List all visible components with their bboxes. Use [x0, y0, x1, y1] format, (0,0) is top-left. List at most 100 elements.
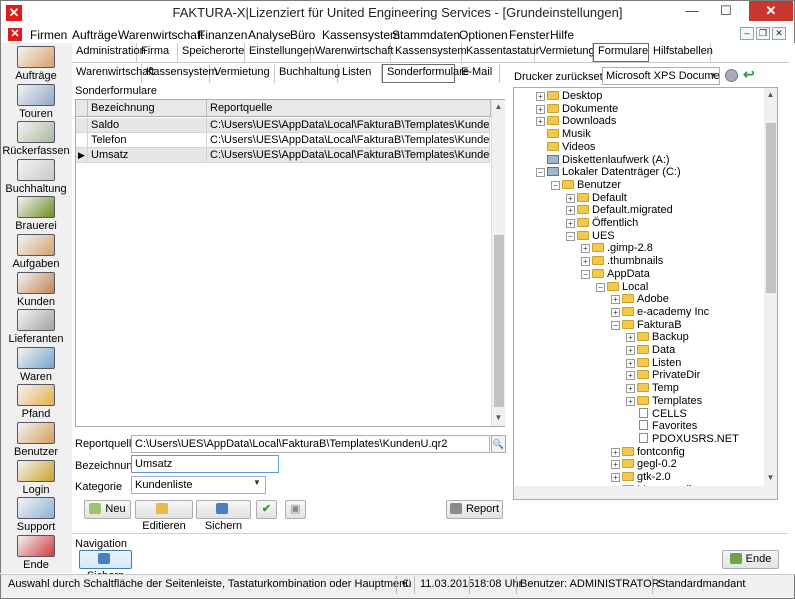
tree-node[interactable]: − AppData [514, 268, 650, 281]
tree-node[interactable]: + Backup [514, 331, 689, 344]
printer-chevron-down-icon[interactable]: ▼ [709, 71, 717, 80]
menu-item-3[interactable]: Finanzen [198, 28, 247, 42]
tab-8[interactable]: Formulare [593, 43, 649, 62]
sidebar-item-11[interactable]: Login [2, 459, 70, 496]
sidebar-item-9[interactable]: Pfand [2, 384, 70, 420]
sidebar-item-0[interactable]: Aufträge [2, 46, 70, 82]
tree-node[interactable]: + Öffentlich [514, 217, 638, 230]
mdi-minimize-icon[interactable]: – [740, 27, 754, 40]
cell-bezeichnung[interactable]: Umsatz [88, 148, 207, 163]
collapse-icon[interactable]: − [566, 231, 575, 241]
menu-item-8[interactable]: Optionen [459, 28, 508, 42]
menu-item-10[interactable]: Hilfe [550, 28, 574, 42]
collapse-icon[interactable]: − [536, 168, 545, 178]
mdi-close-icon[interactable]: ✕ [772, 27, 786, 40]
tree-node[interactable]: + .thumbnails [514, 255, 663, 268]
tree-node[interactable]: − UES [514, 230, 615, 243]
collapse-icon[interactable]: − [611, 320, 620, 330]
sidebar-item-13[interactable]: Ende [2, 534, 70, 571]
tree-node[interactable]: + Listen [514, 357, 681, 370]
printer-select[interactable]: Microsoft XPS Document W [602, 67, 720, 85]
expand-icon[interactable]: + [626, 358, 635, 368]
expand-icon[interactable]: + [536, 104, 545, 114]
reportquelle-input[interactable]: C:\Users\UES\AppData\Local\FakturaB\Temp… [131, 435, 490, 453]
tab-4[interactable]: Warenwirtschaft [311, 43, 393, 62]
sidebar-item-4[interactable]: Brauerei [2, 196, 70, 232]
expand-icon[interactable]: + [626, 396, 635, 406]
refresh-icon[interactable]: ↩ [743, 66, 755, 83]
tree-node[interactable]: + Adobe [514, 293, 669, 306]
minimize-button[interactable]: — [678, 1, 706, 21]
tree-node[interactable]: + Data [514, 344, 675, 357]
scroll-up-icon[interactable]: ▲ [493, 102, 504, 111]
expand-icon[interactable]: + [566, 219, 575, 228]
tab-5[interactable]: Kassensystem [391, 43, 467, 62]
tree-node[interactable]: Videos [514, 141, 595, 154]
tree-node[interactable]: + Dokumente [514, 103, 618, 116]
table-scrollbar[interactable]: ▲ ▼ [491, 100, 505, 426]
maximize-button[interactable]: ☐ [712, 1, 740, 21]
mdi-restore-icon[interactable]: ❐ [756, 27, 770, 40]
tab-1[interactable]: Firma [137, 43, 178, 62]
exit-button[interactable]: Ende [722, 550, 779, 569]
collapse-icon[interactable]: − [581, 269, 590, 279]
tree-scrollbar[interactable]: ▲ ▼ [764, 88, 777, 486]
subtab-1[interactable]: Kassensystem [142, 64, 218, 83]
tree-scroll-thumb[interactable] [766, 123, 776, 293]
tree-node[interactable]: + Templates [514, 395, 702, 408]
menu-item-2[interactable]: Warenwirtschaft [118, 28, 204, 42]
tree-scroll-down-icon[interactable]: ▼ [765, 473, 776, 482]
tree-node[interactable]: − FakturaB [514, 319, 682, 332]
new-button[interactable]: Neu [84, 500, 131, 519]
scroll-thumb[interactable] [494, 235, 504, 407]
chevron-down-icon[interactable]: ▼ [253, 478, 261, 487]
kategorie-select[interactable]: Kundenliste [131, 476, 266, 494]
tree-horizontal-scrollbar[interactable] [514, 486, 777, 499]
expand-icon[interactable]: + [611, 460, 620, 470]
tree-node[interactable]: Diskettenlaufwerk (A:) [514, 154, 670, 167]
tree-node[interactable]: + gegl-0.2 [514, 458, 677, 471]
sidebar-item-12[interactable]: Support [2, 497, 70, 533]
tree-node[interactable]: + Desktop [514, 90, 602, 103]
sidebar-item-6[interactable]: Kunden [2, 271, 70, 308]
bezeichnung-input[interactable]: Umsatz [131, 455, 279, 473]
tab-7[interactable]: Vermietung [535, 43, 595, 62]
report-button[interactable]: Report [446, 500, 503, 519]
tree-node[interactable]: + Default.migrated [514, 204, 673, 217]
menu-item-4[interactable]: Analyse [248, 28, 291, 42]
collapse-icon[interactable]: − [551, 180, 560, 190]
subtab-2[interactable]: Vermietung [210, 64, 275, 83]
expand-icon[interactable]: + [626, 333, 635, 343]
menu-item-7[interactable]: Stammdaten [392, 28, 460, 42]
cell-bezeichnung[interactable]: Telefon [88, 133, 207, 148]
sidebar-item-5[interactable]: Aufgaben [2, 234, 70, 270]
expand-icon[interactable]: + [626, 346, 635, 355]
menu-item-5[interactable]: Büro [290, 28, 315, 42]
tree-node[interactable]: + Downloads [514, 115, 616, 128]
cell-reportquelle[interactable]: C:\Users\UES\AppData\Local\FakturaB\Temp… [207, 148, 490, 163]
nav-save-button[interactable]: Sichern [79, 550, 132, 582]
subtab-6[interactable]: E-Mail [457, 64, 500, 83]
tab-0[interactable]: Administration [72, 43, 146, 62]
expand-icon[interactable]: + [626, 384, 635, 394]
scroll-down-icon[interactable]: ▼ [493, 413, 504, 422]
expand-icon[interactable]: + [536, 117, 545, 127]
expand-icon[interactable]: + [581, 244, 590, 254]
tab-6[interactable]: Kassentastatur [462, 43, 539, 62]
expand-icon[interactable]: + [611, 473, 620, 482]
table-row[interactable]: Telefon C:\Users\UES\AppData\Local\Faktur… [76, 133, 490, 148]
menu-item-9[interactable]: Fenster [509, 28, 550, 42]
tree-scroll-up-icon[interactable]: ▲ [765, 90, 776, 99]
expand-icon[interactable]: + [611, 447, 620, 457]
sidebar-item-1[interactable]: Touren [2, 83, 70, 120]
tab-9[interactable]: Hilfstabellen [649, 43, 713, 62]
table-row[interactable]: Saldo C:\Users\UES\AppData\Local\FakturaB… [76, 118, 490, 133]
sidebar-item-10[interactable]: Benutzer [2, 422, 70, 458]
save-button[interactable]: Sichern [196, 500, 251, 532]
expand-icon[interactable]: + [566, 193, 575, 203]
tree-node[interactable]: Favorites [514, 420, 697, 433]
expand-icon[interactable]: + [536, 92, 545, 101]
column-header-bezeichnung[interactable]: Bezeichnung [88, 100, 207, 117]
column-header-reportquelle[interactable]: Reportquelle [207, 100, 491, 117]
subtab-5[interactable]: Sonderformulare [382, 64, 469, 83]
